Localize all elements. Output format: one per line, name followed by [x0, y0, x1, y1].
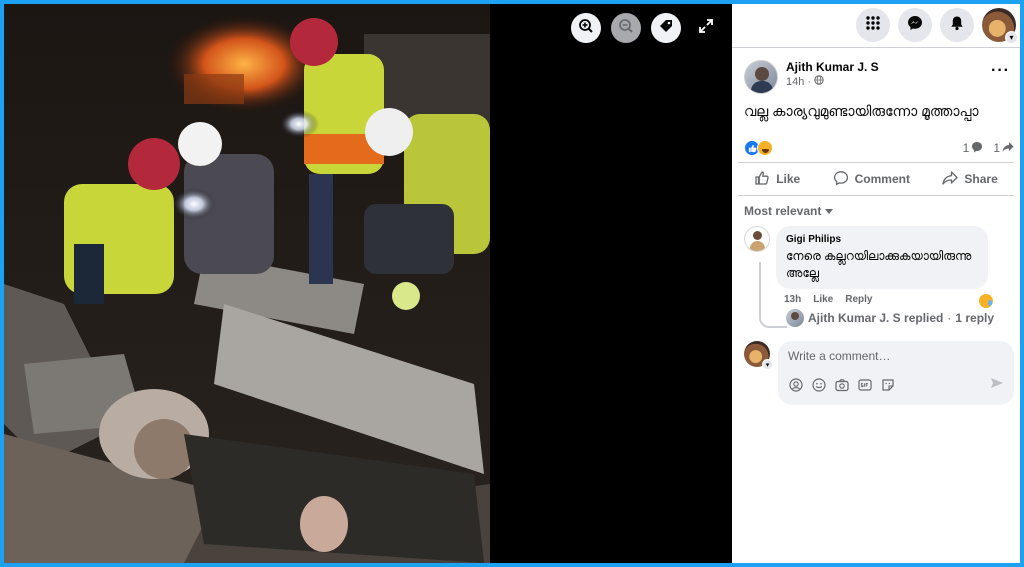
messenger-icon [907, 15, 923, 36]
post-time-text[interactable]: 14h [786, 75, 804, 89]
reaction-icons[interactable] [744, 140, 773, 156]
share-count-value: 1 [993, 141, 1000, 155]
post-more-options-button[interactable]: ··· [991, 62, 1010, 80]
share-arrow-icon [1002, 141, 1014, 156]
post-actions: Like Comment Share [738, 162, 1014, 196]
share-button[interactable]: Share [934, 166, 1005, 193]
comment-bubble: Gigi Philips നേരെ കല്ലറയിലാക്കുകയായിരുന്… [776, 226, 988, 289]
comment-box [778, 341, 1014, 405]
share-label: Share [964, 172, 998, 186]
share-icon [942, 170, 959, 189]
zoom-in-button[interactable] [571, 13, 601, 43]
camera-icon [834, 378, 849, 397]
comment-sort-label: Most relevant [744, 204, 822, 218]
photo-viewer [4, 4, 732, 563]
chevron-down-icon: ▾ [762, 359, 773, 370]
comment-reply-button[interactable]: Reply [845, 294, 872, 305]
composer-avatar[interactable]: ▾ [744, 341, 773, 370]
author-name[interactable]: Ajith Kumar J. S [786, 60, 879, 75]
sticker-button[interactable] [880, 378, 895, 397]
notifications-button[interactable] [940, 8, 974, 42]
post-timestamp: 14h · [786, 75, 879, 89]
post-side-panel: ▾ Ajith Kumar J. S 14h · ··· വല്ല കാര്യവ… [732, 4, 1020, 563]
post-photo[interactable] [4, 4, 490, 563]
reply-author-avatar [786, 309, 804, 327]
comment-count-value: 1 [962, 141, 970, 155]
reactions-summary: 1 1 [732, 138, 1020, 158]
like-label: Like [776, 172, 801, 186]
sticker-icon [881, 378, 895, 397]
comment-bubble-icon [971, 141, 983, 156]
comment-item: Gigi Philips നേരെ കല്ലറയിലാക്കുകയായിരുന്… [732, 218, 1020, 328]
menu-button[interactable] [856, 8, 890, 42]
comment-sort-dropdown[interactable]: Most relevant [732, 196, 1020, 218]
engagement-counts: 1 1 [963, 141, 1014, 156]
camera-button[interactable] [834, 378, 849, 397]
replies-text: Ajith Kumar J. S replied [808, 311, 944, 325]
caret-down-icon [825, 204, 834, 218]
zoom-in-icon [578, 18, 594, 39]
emoji-button[interactable] [811, 378, 826, 397]
comment-label: Comment [854, 172, 910, 186]
messenger-button[interactable] [898, 8, 932, 42]
more-dots-icon: ··· [991, 62, 1010, 79]
send-icon [990, 377, 1004, 394]
reply-thread-line [759, 262, 787, 328]
avatar-sticker-button[interactable] [788, 378, 803, 397]
thumbs-up-icon [754, 170, 770, 189]
comment-like-button[interactable]: Like [813, 294, 833, 305]
menu-grid-icon [865, 15, 881, 36]
replies-count: 1 reply [955, 311, 995, 325]
post-text: വല്ല കാര്യവുമുണ്ടായിരുന്നോ മൂത്താപ്പാ [744, 103, 979, 119]
comment-text: നേരെ കല്ലറയിലാക്കുകയായിരുന്നു അല്ലേ [786, 249, 972, 280]
send-comment-button[interactable] [990, 376, 1004, 395]
haha-reaction-icon [757, 140, 773, 156]
tag-photo-button[interactable] [651, 13, 681, 43]
comment-count[interactable]: 1 [963, 141, 984, 156]
fullscreen-button[interactable] [691, 13, 721, 43]
top-navigation: ▾ [732, 4, 1020, 44]
post-header: Ajith Kumar J. S 14h · ··· [732, 48, 1020, 94]
tag-icon [658, 18, 674, 39]
emoji-icon [811, 378, 826, 397]
replies-separator: · [947, 311, 952, 325]
notifications-bell-icon [949, 15, 965, 36]
comment-composer: ▾ [732, 327, 1020, 405]
avatar-sticker-icon [788, 378, 803, 397]
chevron-down-icon: ▾ [1005, 31, 1018, 44]
sad-reaction-icon[interactable] [978, 293, 994, 309]
viewer-toolbar [571, 13, 721, 43]
commenter-name[interactable]: Gigi Philips [786, 233, 978, 246]
author-avatar[interactable] [744, 60, 778, 94]
zoom-out-icon [618, 18, 634, 39]
zoom-out-button[interactable] [611, 13, 641, 43]
fullscreen-icon [698, 18, 714, 39]
commenter-avatar[interactable] [744, 226, 770, 252]
like-button[interactable]: Like [746, 166, 808, 193]
comment-icon [833, 170, 849, 189]
gif-icon [857, 378, 872, 397]
app-frame: ▾ Ajith Kumar J. S 14h · ··· വല്ല കാര്യവ… [4, 4, 1020, 563]
share-count[interactable]: 1 [993, 141, 1014, 156]
account-avatar-button[interactable]: ▾ [982, 8, 1018, 44]
globe-icon [814, 75, 824, 89]
comment-meta: 13h Like Reply [776, 289, 988, 305]
comment-button[interactable]: Comment [825, 166, 918, 193]
comment-input[interactable] [778, 341, 1014, 371]
composer-tools [788, 378, 895, 397]
gif-button[interactable] [857, 378, 872, 397]
